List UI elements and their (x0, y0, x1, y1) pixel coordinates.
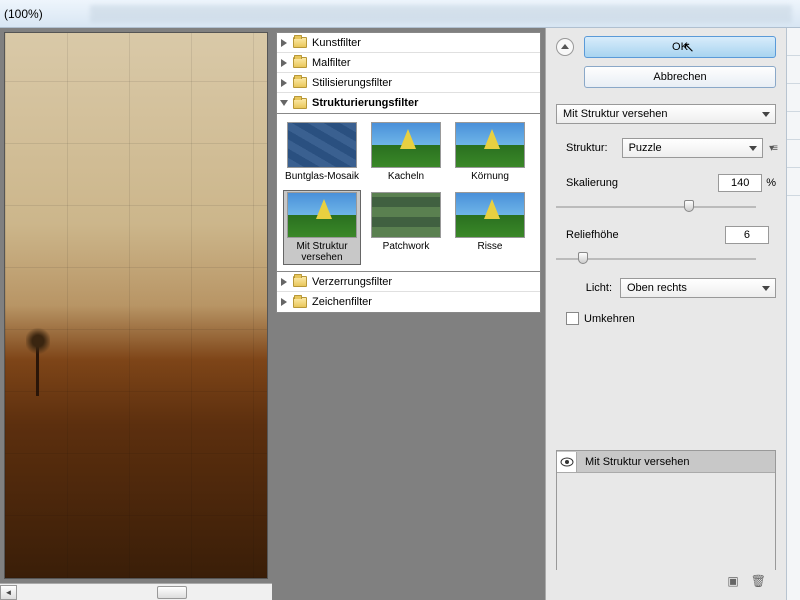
tree-item-malfilter[interactable]: Malfilter (277, 53, 540, 73)
texture-label: Struktur: (556, 142, 616, 154)
texture-select[interactable]: Puzzle (622, 138, 764, 158)
thumb-mit-struktur-versehen[interactable]: Mit Struktur versehen (283, 190, 361, 265)
cancel-label: Abbrechen (653, 71, 706, 83)
trash-icon[interactable]: 🗑 (751, 574, 766, 588)
scale-label: Skalierung (566, 177, 718, 189)
thumb-preview (455, 122, 525, 168)
expand-icon (281, 39, 287, 47)
thumb-preview (287, 122, 357, 168)
tree-item-strukturierungsfilter[interactable]: Strukturierungsfilter (277, 93, 540, 113)
light-label: Licht: (566, 282, 620, 294)
zoom-level: (100%) (4, 7, 43, 21)
thumb-label: Kacheln (369, 171, 443, 182)
preview-panel: ◄ (0, 28, 272, 600)
collapse-toggle[interactable] (556, 38, 574, 56)
thumb-risse[interactable]: Risse (451, 190, 529, 265)
window-edge-behind (786, 28, 800, 600)
effect-layer-row[interactable]: Mit Struktur versehen (557, 451, 775, 473)
scale-input[interactable] (718, 174, 762, 192)
tree-label: Zeichenfilter (312, 296, 372, 308)
slider-thumb[interactable] (578, 252, 588, 264)
horizontal-scrollbar[interactable]: ◄ (0, 583, 272, 600)
puzzle-overlay (5, 33, 267, 578)
thumb-preview (371, 192, 441, 238)
relief-spacer (773, 229, 776, 241)
light-select[interactable]: Oben rechts (620, 278, 776, 298)
effect-layers-empty (557, 473, 775, 571)
invert-label: Umkehren (584, 313, 635, 325)
preview-canvas[interactable] (4, 32, 268, 579)
filter-thumbnails: Buntglas-Mosaik Kacheln Körnung Mit Stru… (276, 114, 541, 272)
tree-label: Stilisierungsfilter (312, 77, 392, 89)
layer-footer: ▣ 🗑 (556, 570, 776, 592)
flyout-menu-icon[interactable]: ▾≡ (769, 143, 776, 154)
thumb-label: Patchwork (369, 241, 443, 252)
effect-layer-name: Mit Struktur versehen (577, 456, 690, 468)
thumb-kacheln[interactable]: Kacheln (367, 120, 445, 184)
invert-checkbox[interactable] (566, 312, 579, 325)
expand-icon (281, 79, 287, 87)
expand-icon (281, 298, 287, 306)
relief-input[interactable] (725, 226, 769, 244)
relief-slider[interactable] (556, 252, 776, 266)
tree-label: Strukturierungsfilter (312, 97, 418, 109)
thumb-preview (371, 122, 441, 168)
collapse-icon (280, 100, 288, 106)
tree-label: Kunstfilter (312, 37, 361, 49)
folder-icon (293, 297, 307, 308)
texture-select-value: Puzzle (629, 142, 662, 154)
titlebar-tabs-blur (90, 5, 792, 23)
effect-layers: Mit Struktur versehen (556, 450, 776, 570)
ok-button[interactable]: OK ↖ (584, 36, 776, 58)
scroll-left-button[interactable]: ◄ (0, 585, 17, 600)
filter-select[interactable]: Mit Struktur versehen (556, 104, 776, 124)
slider-track (556, 206, 756, 208)
folder-icon (293, 57, 307, 68)
folder-icon (293, 37, 307, 48)
tree-label: Verzerrungsfilter (312, 276, 392, 288)
thumb-buntglas-mosaik[interactable]: Buntglas-Mosaik (283, 120, 361, 184)
tree-label: Malfilter (312, 57, 351, 69)
slider-thumb[interactable] (684, 200, 694, 212)
expand-icon (281, 278, 287, 286)
cursor-icon: ↖ (683, 39, 695, 56)
expand-icon (281, 59, 287, 67)
eye-icon (560, 457, 574, 467)
thumb-preview (287, 192, 357, 238)
folder-icon (293, 98, 307, 109)
scroll-thumb[interactable] (157, 586, 187, 599)
thumb-patchwork[interactable]: Patchwork (367, 190, 445, 265)
folder-icon (293, 276, 307, 287)
filter-list-panel: Kunstfilter Malfilter Stilisierungsfilte… (272, 28, 545, 600)
thumb-label: Mit Struktur versehen (285, 241, 359, 263)
visibility-toggle[interactable] (557, 452, 577, 472)
thumb-label: Buntglas-Mosaik (285, 171, 359, 182)
folder-icon (293, 77, 307, 88)
relief-label: Reliefhöhe (566, 229, 725, 241)
titlebar: (100%) (0, 0, 800, 28)
tree-item-kunstfilter[interactable]: Kunstfilter (277, 33, 540, 53)
thumb-label: Risse (453, 241, 527, 252)
filter-select-value: Mit Struktur versehen (563, 108, 668, 120)
thumb-koernung[interactable]: Körnung (451, 120, 529, 184)
scale-unit: % (766, 177, 776, 189)
tree-item-verzerrungsfilter[interactable]: Verzerrungsfilter (277, 272, 540, 292)
thumb-label: Körnung (453, 171, 527, 182)
cancel-button[interactable]: Abbrechen (584, 66, 776, 88)
tree-empty-area (276, 313, 541, 596)
tree-item-zeichenfilter[interactable]: Zeichenfilter (277, 292, 540, 312)
thumb-preview (455, 192, 525, 238)
light-select-value: Oben rechts (627, 282, 687, 294)
scale-slider[interactable] (556, 200, 776, 214)
new-layer-icon[interactable]: ▣ (727, 574, 738, 588)
settings-panel: OK ↖ Abbrechen Mit Struktur versehen Str… (545, 28, 786, 600)
tree-item-stilisierungsfilter[interactable]: Stilisierungsfilter (277, 73, 540, 93)
